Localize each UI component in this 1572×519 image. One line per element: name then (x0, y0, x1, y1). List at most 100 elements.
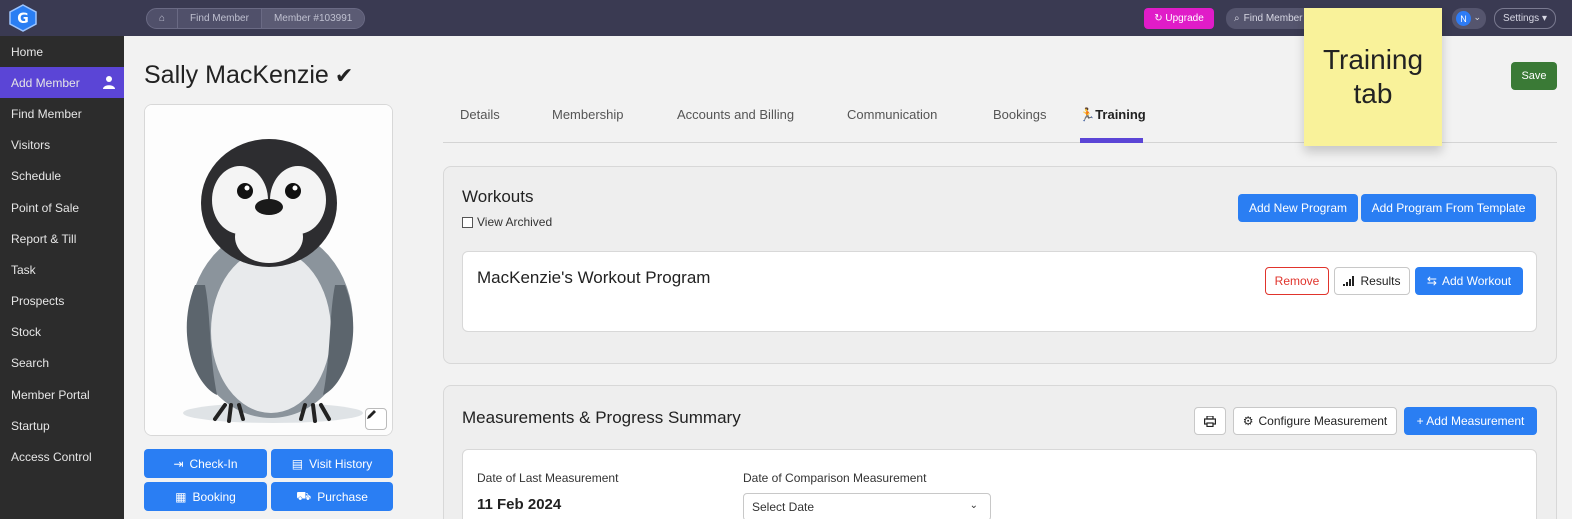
measurements-title: Measurements & Progress Summary (462, 408, 741, 427)
member-photo (145, 105, 392, 435)
breadcrumb-member[interactable]: Member #103991 (261, 9, 365, 28)
sidebar-item-point-of-sale[interactable]: Point of Sale (0, 192, 124, 223)
results-button[interactable]: Results (1334, 267, 1410, 295)
user-icon (103, 76, 115, 90)
purchase-button[interactable]: ⛟ Purchase (271, 482, 393, 511)
sidebar-item-label: Add Member (11, 75, 80, 90)
sticky-note: Training tab (1304, 8, 1442, 146)
print-icon (1204, 415, 1216, 427)
booking-button[interactable]: ▦ Booking (144, 482, 267, 511)
sidebar-item-label: Search (11, 356, 50, 371)
chevron-down-icon: ⌄ (1473, 12, 1481, 22)
sidebar-item-label: Member Portal (11, 387, 90, 402)
breadcrumb: ⌂ Find Member Member #103991 (146, 8, 366, 29)
sidebar-item-startup[interactable]: Startup (0, 410, 124, 441)
upgrade-button[interactable]: ↻ Upgrade (1144, 8, 1214, 29)
visit-history-label: Visit History (309, 456, 373, 471)
sidebar-item-label: Find Member (11, 106, 82, 121)
settings-button[interactable]: Settings ▾ (1494, 8, 1556, 29)
check-in-icon: ⇥ (173, 456, 184, 471)
sidebar-item-schedule[interactable]: Schedule (0, 161, 124, 192)
sidebar-item-label: Access Control (11, 450, 92, 465)
bar-chart-icon (1343, 276, 1355, 286)
sidebar-item-label: Schedule (11, 169, 62, 184)
sidebar-item-label: Stock (11, 325, 42, 340)
add-workout-label: Add Workout (1441, 274, 1512, 288)
svg-text:G: G (17, 11, 29, 27)
configure-measurement-label: Configure Measurement (1258, 414, 1388, 428)
add-measurement-button[interactable]: + Add Measurement (1404, 407, 1537, 435)
calendar-icon: ▦ (175, 489, 187, 504)
workout-program-name: MacKenzie's Workout Program (477, 268, 711, 287)
tab-accounts-and-billing[interactable]: Accounts and Billing (677, 107, 794, 122)
pencil-icon (367, 410, 376, 419)
top-search-label: Find Member (1243, 13, 1303, 24)
active-tab-indicator (1080, 138, 1143, 143)
sidebar-item-label: Visitors (11, 138, 51, 153)
measurement-summary-card (462, 449, 1537, 519)
comparison-measurement-label: Date of Comparison Measurement (743, 471, 927, 485)
sidebar-item-label: Task (11, 262, 36, 277)
sidebar-item-label: Point of Sale (11, 200, 80, 215)
comparison-date-select[interactable]: Select Date ⌄ (743, 493, 991, 519)
chevron-down-icon: ⌄ (969, 500, 978, 511)
last-measurement-date: 11 Feb 2024 (477, 496, 562, 513)
add-new-program-button[interactable]: Add New Program (1238, 194, 1358, 222)
sidebar-item-report-till[interactable]: Report & Till (0, 223, 124, 254)
view-archived-checkbox[interactable] (462, 216, 473, 228)
sidebar-item-member-portal[interactable]: Member Portal (0, 379, 124, 410)
sidebar-item-label: Startup (11, 418, 50, 433)
dumbbell-icon: ⇆ (1426, 274, 1437, 288)
member-photo-card (144, 104, 393, 436)
app-logo[interactable]: G (8, 4, 38, 32)
sidebar-item-label: Home (11, 44, 44, 59)
sidebar-item-stock[interactable]: Stock (0, 317, 124, 348)
verified-check-icon: ✔ (334, 63, 354, 88)
running-icon: 🏃 (1079, 107, 1096, 122)
workouts-title: Workouts (462, 187, 534, 206)
tab-communication[interactable]: Communication (847, 107, 937, 122)
search-icon: ⌕ (1234, 13, 1240, 24)
edit-photo-button[interactable] (365, 408, 387, 430)
add-workout-button[interactable]: ⇆ Add Workout (1415, 267, 1523, 295)
sidebar-item-prospects[interactable]: Prospects (0, 286, 124, 317)
check-in-label: Check-In (189, 456, 238, 471)
tab-training-label: Training (1095, 107, 1146, 122)
sidebar-item-label: Report & Till (11, 231, 77, 246)
member-name: Sally MacKenzie (144, 61, 329, 89)
user-menu[interactable]: N ⌄ (1452, 8, 1486, 29)
sidebar-item-home[interactable]: Home (0, 36, 124, 67)
comparison-date-value: Select Date (752, 500, 815, 514)
check-in-button[interactable]: ⇥ Check-In (144, 449, 267, 478)
configure-measurement-button[interactable]: ⚙ Configure Measurement (1233, 407, 1397, 435)
sidebar-item-label: Prospects (11, 294, 65, 309)
purchase-label: Purchase (317, 489, 368, 504)
save-button[interactable]: Save (1511, 62, 1557, 90)
remove-program-button[interactable]: Remove (1265, 267, 1329, 295)
sidebar: Home Add Member Find Member Visitors Sch… (0, 36, 124, 519)
cart-icon: ⛟ (296, 488, 312, 503)
history-icon: ▤ (291, 456, 304, 471)
breadcrumb-home[interactable]: ⌂ (147, 9, 179, 28)
view-archived-toggle[interactable]: View Archived (462, 215, 552, 229)
avatar: N (1456, 11, 1471, 26)
tab-training[interactable]: 🏃Training (1079, 107, 1146, 123)
tab-bookings[interactable]: Bookings (993, 107, 1046, 122)
sidebar-item-search[interactable]: Search (0, 348, 124, 379)
sidebar-item-find-member[interactable]: Find Member (0, 98, 124, 129)
gear-icon: ⚙ (1242, 414, 1254, 428)
tab-details[interactable]: Details (460, 107, 500, 122)
sidebar-item-task[interactable]: Task (0, 254, 124, 285)
sidebar-item-visitors[interactable]: Visitors (0, 130, 124, 161)
results-label: Results (1360, 274, 1401, 288)
last-measurement-label: Date of Last Measurement (477, 471, 619, 485)
page-title: Sally MacKenzie ✔ (144, 61, 353, 90)
sidebar-item-add-member[interactable]: Add Member (0, 67, 124, 99)
add-program-from-template-button[interactable]: Add Program From Template (1361, 194, 1536, 222)
tab-membership[interactable]: Membership (552, 107, 624, 122)
booking-label: Booking (192, 489, 236, 504)
breadcrumb-find-member[interactable]: Find Member (178, 9, 262, 28)
sidebar-item-access-control[interactable]: Access Control (0, 441, 124, 472)
visit-history-button[interactable]: ▤ Visit History (271, 449, 393, 478)
print-button[interactable] (1194, 407, 1226, 435)
